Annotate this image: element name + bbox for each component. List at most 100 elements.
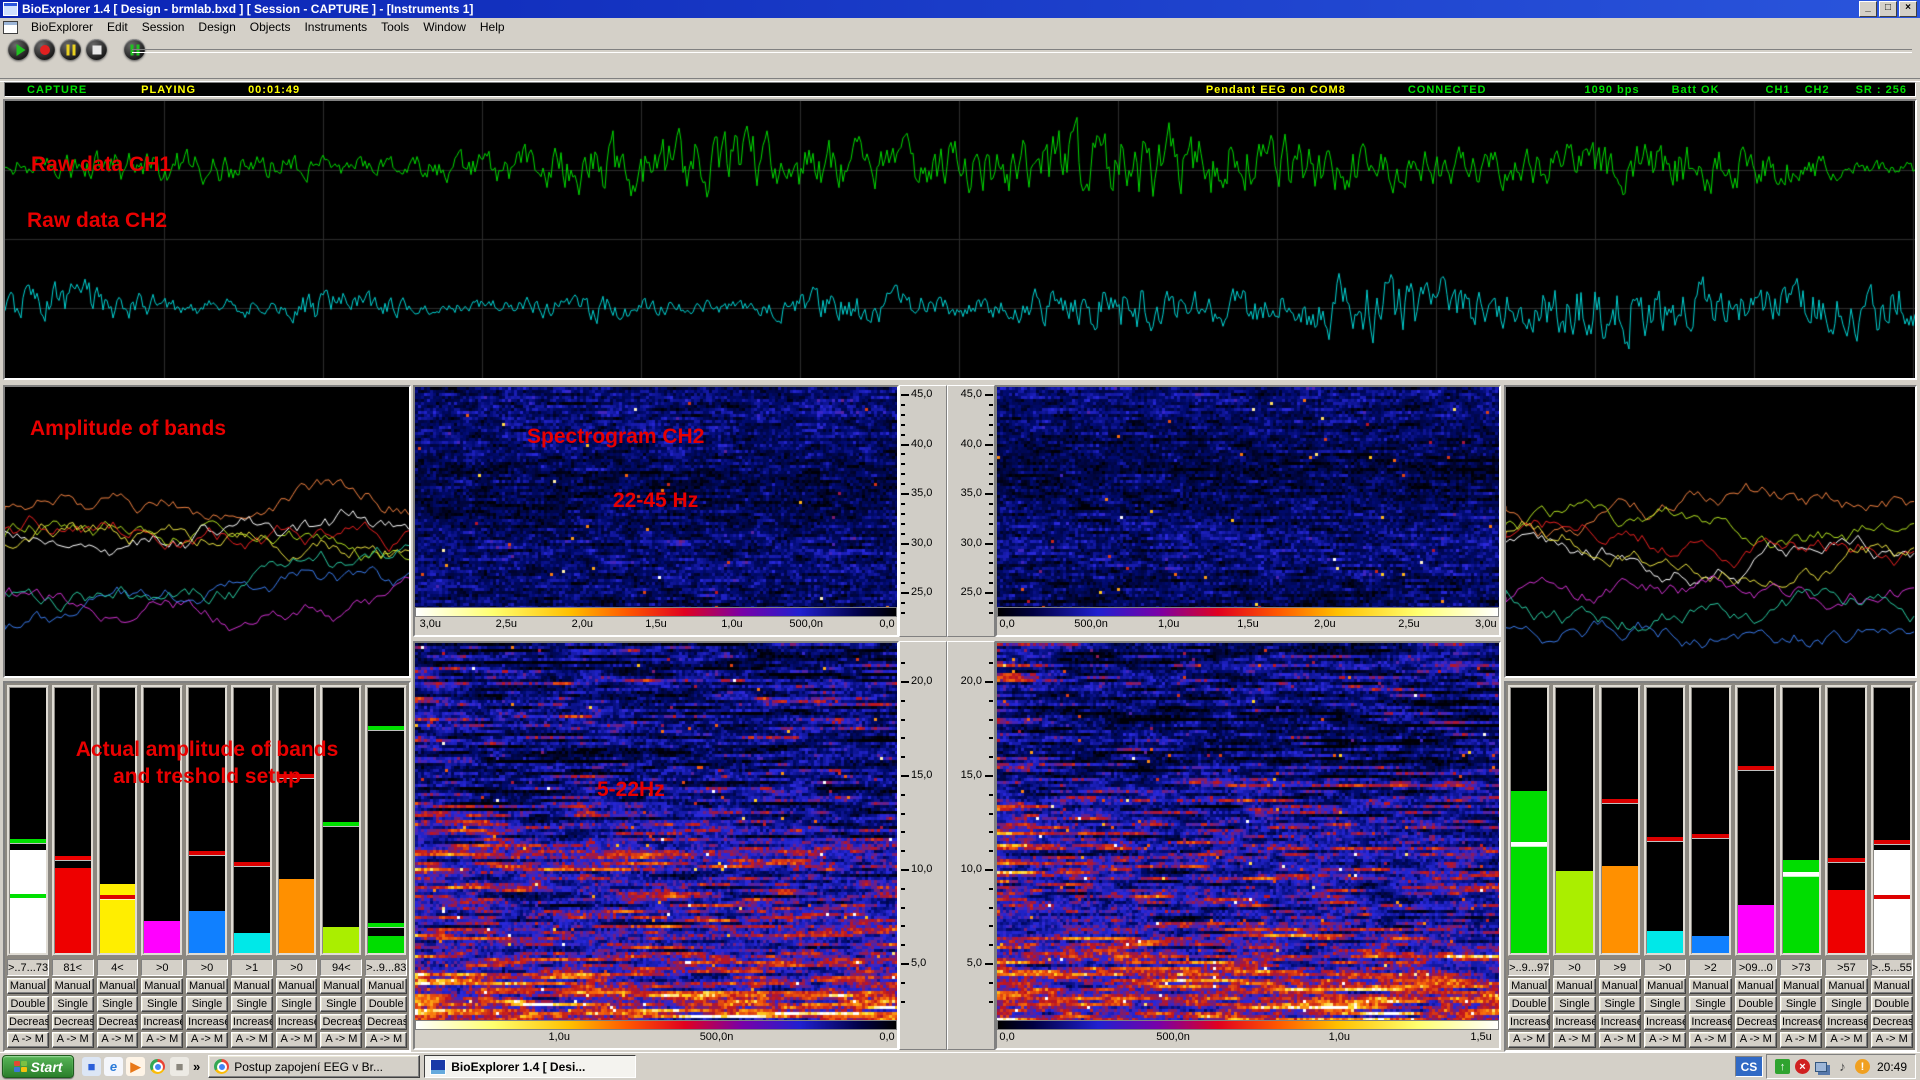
meter-button-increase[interactable]: Increase — [276, 1014, 318, 1030]
threshold-mark[interactable] — [1828, 858, 1864, 862]
meter-button-decrease[interactable]: Decrease — [365, 1014, 407, 1030]
meter-button-manual[interactable]: Manual — [186, 978, 228, 994]
meter-button-increase[interactable]: Increase — [186, 1014, 228, 1030]
meter-button-double[interactable]: Double — [365, 996, 407, 1012]
meter-button-decrease[interactable]: Decrease — [1735, 1014, 1777, 1030]
meter-button-manual[interactable]: Manual — [52, 978, 94, 994]
menu-window[interactable]: Window — [416, 18, 473, 36]
meter-button-manual[interactable]: Manual — [1825, 978, 1867, 994]
meter-button-manual[interactable]: Manual — [320, 978, 362, 994]
meter-button-manual[interactable]: Manual — [97, 978, 139, 994]
menu-session[interactable]: Session — [135, 18, 192, 36]
meter-button-a-m[interactable]: A -> M — [276, 1032, 318, 1048]
menu-bioexplorer[interactable]: BioExplorer — [24, 18, 100, 36]
meter-button-manual[interactable]: Manual — [7, 978, 49, 994]
threshold-mark[interactable] — [234, 862, 270, 866]
meter-button-double[interactable]: Double — [1508, 996, 1550, 1012]
meter-button-single[interactable]: Single — [276, 996, 318, 1012]
start-button[interactable]: Start — [2, 1055, 74, 1078]
minimize-button[interactable]: _ — [1859, 1, 1877, 17]
threshold-mark[interactable] — [368, 726, 404, 730]
media-player-icon[interactable]: ▶ — [126, 1057, 145, 1076]
threshold-mark[interactable] — [189, 851, 225, 855]
meter-button-a-m[interactable]: A -> M — [1735, 1032, 1777, 1048]
chrome-icon[interactable] — [148, 1057, 167, 1076]
meter-button-a-m[interactable]: A -> M — [7, 1032, 49, 1048]
threshold-mark[interactable] — [1874, 840, 1910, 844]
meter-button-single[interactable]: Single — [231, 996, 273, 1012]
meter-button-decrease[interactable]: Decrease — [320, 1014, 362, 1030]
meter-button-increase[interactable]: Increase — [1644, 1014, 1686, 1030]
meter-button-double[interactable]: Double — [1871, 996, 1913, 1012]
meter-button-decrease[interactable]: Decrease — [52, 1014, 94, 1030]
maximize-button[interactable]: □ — [1879, 1, 1897, 17]
meter-button-a-m[interactable]: A -> M — [1553, 1032, 1595, 1048]
threshold-mark[interactable] — [1692, 834, 1728, 838]
meter-button-single[interactable]: Single — [1599, 996, 1641, 1012]
menu-objects[interactable]: Objects — [243, 18, 298, 36]
threshold-mark[interactable] — [323, 822, 359, 826]
meter-button-manual[interactable]: Manual — [141, 978, 183, 994]
meter-button-single[interactable]: Single — [97, 996, 139, 1012]
meter-button-double[interactable]: Double — [7, 996, 49, 1012]
internet-explorer-icon[interactable]: e — [104, 1057, 123, 1076]
language-indicator[interactable]: CS — [1735, 1056, 1763, 1077]
menu-tools[interactable]: Tools — [374, 18, 416, 36]
menu-edit[interactable]: Edit — [100, 18, 135, 36]
play-button[interactable] — [8, 39, 29, 60]
meter-button-increase[interactable]: Increase — [1689, 1014, 1731, 1030]
quick-launch-overflow[interactable]: » — [193, 1059, 200, 1074]
threshold-mark[interactable] — [279, 774, 315, 778]
meter-button-single[interactable]: Single — [1689, 996, 1731, 1012]
mdi-child-icon[interactable] — [3, 21, 18, 34]
meter-button-increase[interactable]: Increase — [231, 1014, 273, 1030]
threshold-mark[interactable] — [100, 895, 136, 899]
meter-button-manual[interactable]: Manual — [1553, 978, 1595, 994]
meter-button-a-m[interactable]: A -> M — [365, 1032, 407, 1048]
meter-button-single[interactable]: Single — [1825, 996, 1867, 1012]
threshold-mark[interactable] — [10, 894, 46, 898]
threshold-mark[interactable] — [55, 856, 91, 860]
show-desktop-icon[interactable]: ■ — [82, 1057, 101, 1076]
meter-button-a-m[interactable]: A -> M — [1871, 1032, 1913, 1048]
meter-button-increase[interactable]: Increase — [1825, 1014, 1867, 1030]
threshold-mark[interactable] — [1874, 895, 1910, 899]
meter-button-manual[interactable]: Manual — [231, 978, 273, 994]
threshold-mark[interactable] — [368, 923, 404, 927]
meter-button-a-m[interactable]: A -> M — [320, 1032, 362, 1048]
meter-button-a-m[interactable]: A -> M — [231, 1032, 273, 1048]
meter-button-manual[interactable]: Manual — [1871, 978, 1913, 994]
meter-button-decrease[interactable]: Decrease — [7, 1014, 49, 1030]
meter-button-manual[interactable]: Manual — [1689, 978, 1731, 994]
security-shield-icon[interactable]: × — [1795, 1059, 1810, 1074]
meter-button-single[interactable]: Single — [1553, 996, 1595, 1012]
meter-button-manual[interactable]: Manual — [1735, 978, 1777, 994]
meter-button-manual[interactable]: Manual — [1644, 978, 1686, 994]
threshold-mark[interactable] — [10, 839, 46, 843]
threshold-mark[interactable] — [1511, 842, 1547, 846]
explorer-icon[interactable]: ■ — [170, 1057, 189, 1076]
meter-button-single[interactable]: Single — [1780, 996, 1822, 1012]
threshold-mark[interactable] — [1602, 799, 1638, 803]
meter-button-a-m[interactable]: A -> M — [97, 1032, 139, 1048]
meter-button-a-m[interactable]: A -> M — [1644, 1032, 1686, 1048]
close-button[interactable]: × — [1899, 1, 1917, 17]
task-button-1[interactable]: Postup zapojení EEG v Br... — [208, 1055, 420, 1078]
meter-button-a-m[interactable]: A -> M — [1825, 1032, 1867, 1048]
meter-button-a-m[interactable]: A -> M — [186, 1032, 228, 1048]
meter-button-double[interactable]: Double — [1735, 996, 1777, 1012]
meter-button-single[interactable]: Single — [320, 996, 362, 1012]
volume-icon[interactable]: ♪ — [1835, 1059, 1850, 1074]
threshold-mark[interactable] — [1647, 837, 1683, 841]
meter-button-decrease[interactable]: Decrease — [97, 1014, 139, 1030]
meter-button-manual[interactable]: Manual — [1599, 978, 1641, 994]
meter-button-manual[interactable]: Manual — [1508, 978, 1550, 994]
threshold-mark[interactable] — [1783, 872, 1819, 876]
meter-button-single[interactable]: Single — [1644, 996, 1686, 1012]
meter-button-a-m[interactable]: A -> M — [1689, 1032, 1731, 1048]
menu-design[interactable]: Design — [191, 18, 242, 36]
threshold-mark[interactable] — [1738, 766, 1774, 770]
meter-button-increase[interactable]: Increase — [1780, 1014, 1822, 1030]
meter-button-a-m[interactable]: A -> M — [1780, 1032, 1822, 1048]
meter-button-manual[interactable]: Manual — [365, 978, 407, 994]
